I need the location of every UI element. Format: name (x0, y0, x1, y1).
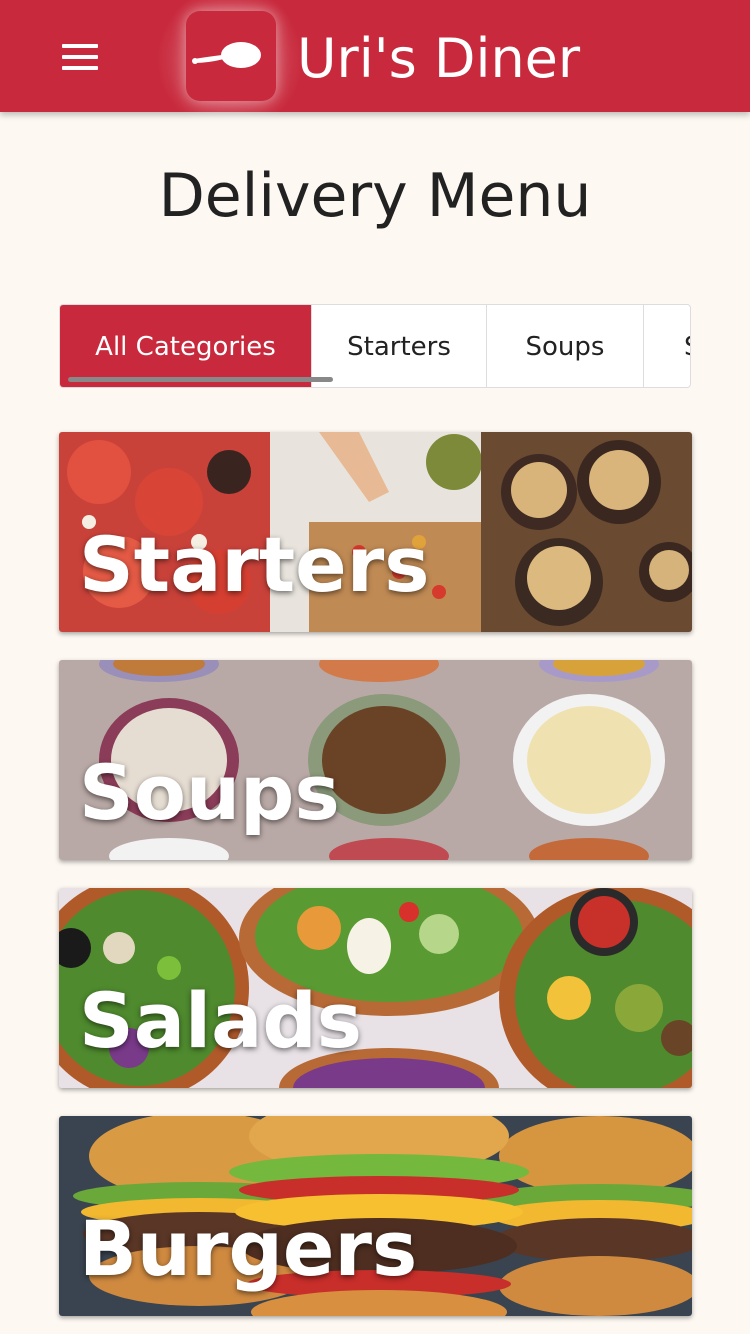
category-card-starters[interactable]: Starters (59, 432, 692, 632)
category-label: Soups (79, 748, 340, 837)
category-tabs: All Categories Starters Soups S (59, 304, 691, 388)
tab-all-categories[interactable]: All Categories (60, 305, 312, 387)
app-bar: Uri's Diner (0, 0, 750, 140)
tabs-scroll-indicator (68, 377, 333, 382)
category-card-burgers[interactable]: Burgers (59, 1116, 692, 1316)
spoon-icon (192, 42, 261, 68)
tab-salads-partial[interactable]: S (644, 305, 690, 387)
hamburger-menu-icon[interactable] (62, 44, 98, 70)
page-title: Delivery Menu (158, 161, 592, 231)
tab-starters[interactable]: Starters (312, 305, 487, 387)
brand-name: Uri's Diner (297, 27, 581, 90)
category-card-salads[interactable]: Salads (59, 888, 692, 1088)
category-label: Salads (79, 976, 362, 1065)
tab-soups[interactable]: Soups (487, 305, 644, 387)
app-logo[interactable] (186, 11, 276, 101)
category-label: Starters (79, 520, 430, 609)
category-label: Burgers (79, 1204, 418, 1293)
category-card-soups[interactable]: Soups (59, 660, 692, 860)
